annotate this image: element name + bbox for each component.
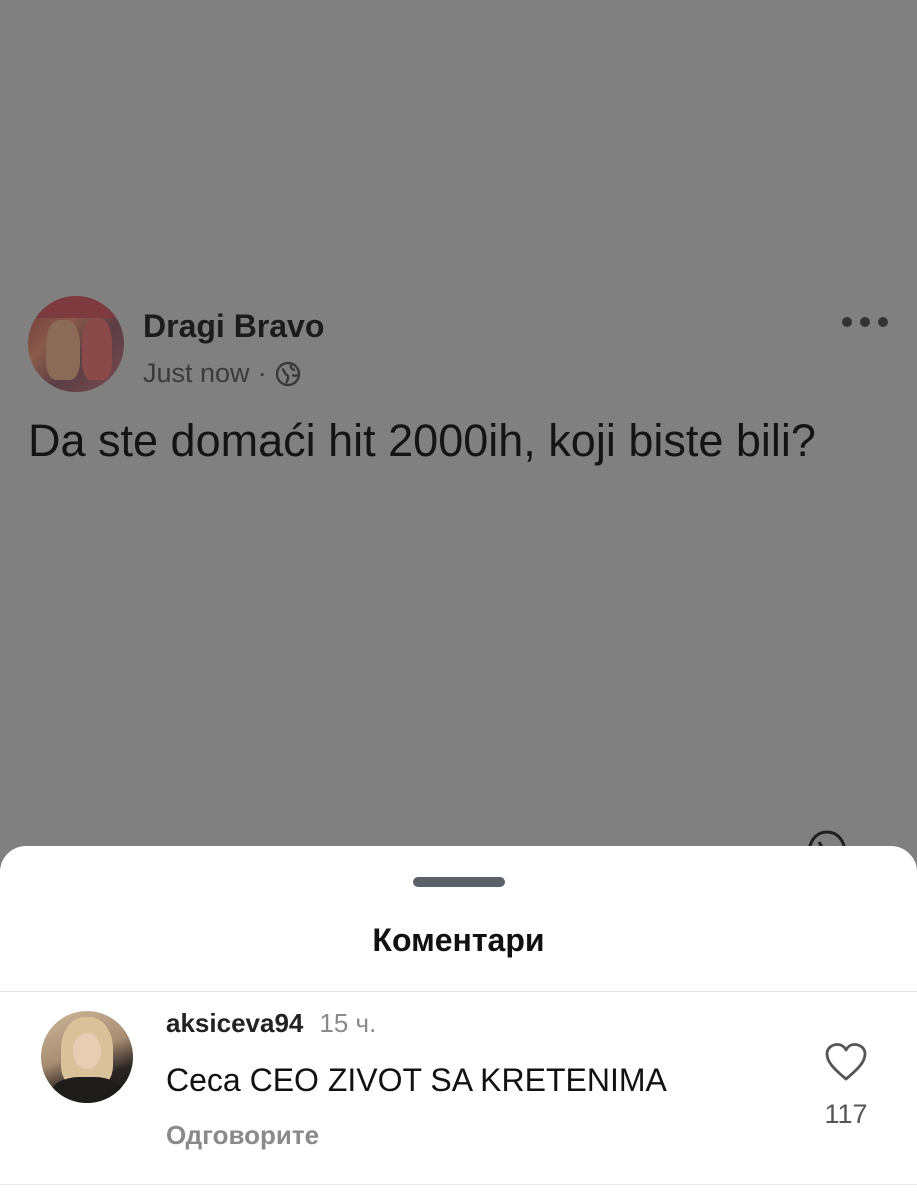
avatar-figure-right (82, 318, 112, 380)
sheet-title: Коментари (372, 922, 545, 958)
more-dots-icon[interactable] (842, 312, 888, 332)
comment-header: aksiceva94 15 ч. (166, 1008, 376, 1039)
globe-icon (275, 361, 300, 386)
post-card: Dragi Bravo Just now · Da ste domaći hit… (0, 0, 917, 860)
bottom-divider (0, 1184, 917, 1185)
sheet-drag-handle[interactable] (413, 877, 505, 887)
comment-username[interactable]: aksiceva94 (166, 1008, 303, 1039)
post-time: Just now (143, 358, 250, 388)
post-meta: Just now · (143, 358, 301, 389)
comments-sheet: Коментари (0, 846, 917, 1200)
dot-2 (860, 317, 870, 327)
dot-1 (842, 317, 852, 327)
avatar-body (51, 1077, 123, 1103)
avatar-face (73, 1033, 101, 1069)
comment-time: 15 ч. (319, 1008, 377, 1038)
commenter-avatar[interactable] (41, 1011, 133, 1103)
avatar-cover-band (28, 296, 124, 318)
reply-button[interactable]: Одговорите (166, 1120, 319, 1151)
author-avatar[interactable] (28, 296, 124, 392)
comment-text: Ceca CEO ZIVOT SA KRETENIMA (166, 1062, 667, 1098)
post-text: Da ste domaći hit 2000ih, koji biste bil… (28, 415, 816, 466)
meta-separator: · (257, 358, 267, 388)
like-count: 117 (824, 1099, 868, 1129)
heart-icon[interactable] (824, 1042, 868, 1082)
author-name[interactable]: Dragi Bravo (143, 308, 324, 345)
avatar-figure-left (46, 320, 80, 380)
dot-3 (878, 317, 888, 327)
sheet-divider (0, 991, 917, 992)
